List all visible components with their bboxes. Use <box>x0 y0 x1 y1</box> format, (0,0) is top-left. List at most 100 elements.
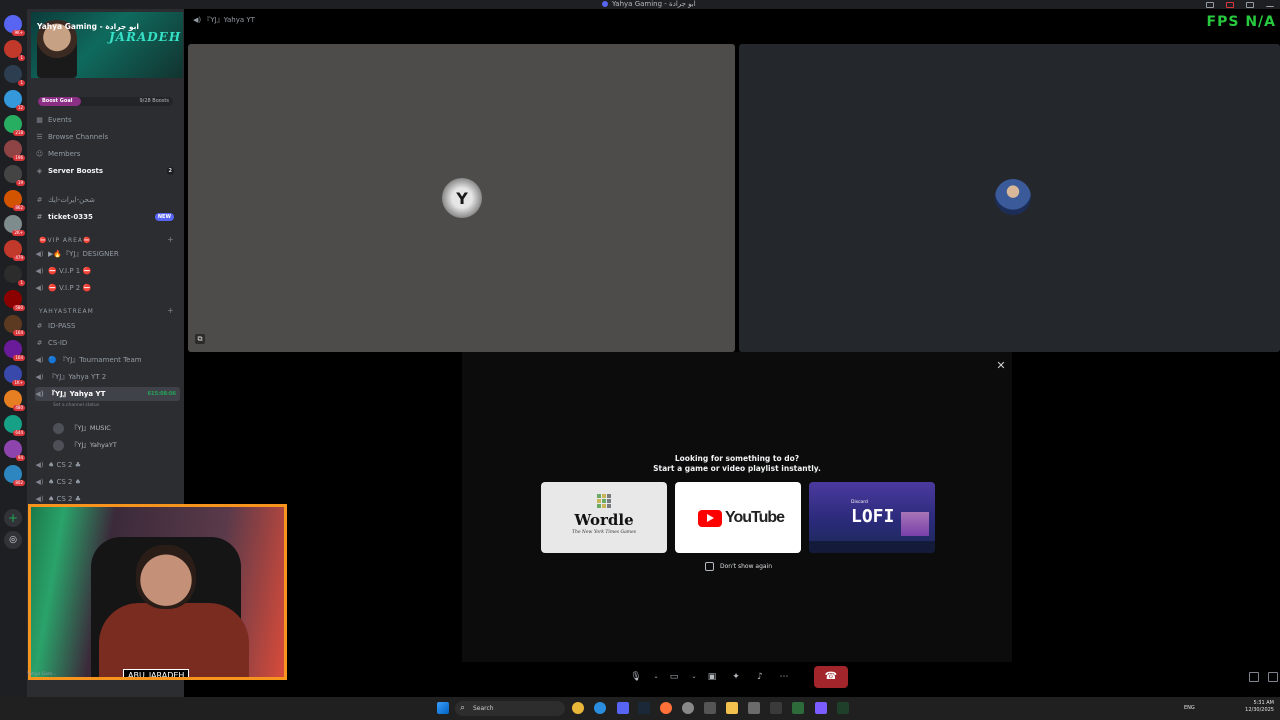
activity-card-wordle[interactable]: Wordle The New York Times Games <box>541 482 667 553</box>
activities-icon[interactable]: ✦ <box>728 669 744 685</box>
call-channel-header: ◀) 『YJ』Yahya YT <box>193 16 255 24</box>
server-icon[interactable]: 1K+ <box>4 365 25 386</box>
unread-badge: 196 <box>13 155 25 161</box>
server-icon[interactable]: 9K+ <box>4 15 25 36</box>
channel-id-pass[interactable]: # ID-PASS <box>35 319 180 333</box>
boost-goal-bar[interactable]: Boost Goal 9/28 Boosts <box>38 97 173 106</box>
terminal-icon[interactable] <box>837 702 849 714</box>
activity-subheading: Start a game or video playlist instantly… <box>653 464 821 473</box>
add-channel-icon[interactable]: + <box>167 235 175 244</box>
server-name: Yahya Gaming - ابو جرادة <box>37 22 139 31</box>
microphone-icon[interactable]: 🎙 <box>628 669 644 685</box>
obs-icon[interactable] <box>682 702 694 714</box>
server-icon[interactable]: 1 <box>4 65 25 86</box>
camera-icon[interactable]: ▭ <box>666 669 682 685</box>
chrome-icon[interactable] <box>572 702 584 714</box>
activity-card-youtube[interactable]: YouTube <box>675 482 801 553</box>
server-icon[interactable]: 644 <box>4 415 25 436</box>
server-icon[interactable]: 1 <box>4 40 25 61</box>
activity-card-lofi[interactable]: Discord LOFI <box>809 482 935 553</box>
inbox-icon[interactable] <box>1206 1 1214 8</box>
dont-show-again-checkbox[interactable]: Don't show again <box>705 562 772 571</box>
nav-members[interactable]: ☺ Members <box>35 147 180 161</box>
server-icon[interactable]: 1 <box>4 265 25 286</box>
voice-channel-vip1[interactable]: ◀) ⛔ V.I.P 1 ⛔ <box>35 264 180 278</box>
help-icon[interactable] <box>1246 1 1254 8</box>
chevron-down-icon[interactable]: ⌄ <box>690 669 698 685</box>
voice-channel-cs2-b[interactable]: ◀) ♠ CS 2 ♠ <box>35 475 180 489</box>
category-yahyastream[interactable]: YAHYASTREAM + <box>39 306 174 315</box>
discover-icon[interactable]: ◎ <box>4 531 22 549</box>
window-title: Yahya Gaming - ابو جرادة <box>602 0 696 9</box>
voice-member-yahyayt[interactable]: 『YJ』YahyaYT <box>53 438 117 452</box>
voice-member-music[interactable]: 『YJ』MUSIC <box>53 421 111 435</box>
server-icon[interactable]: 479 <box>4 240 25 261</box>
server-icon[interactable]: 19 <box>4 165 25 186</box>
add-server-icon[interactable]: + <box>4 509 22 527</box>
server-icon[interactable]: 12 <box>4 90 25 111</box>
voice-channel-yahya-yt-active[interactable]: ◀) 『YJ』Yahya YT 615:08:06 <box>35 387 180 401</box>
taskbar-search[interactable]: Search <box>455 701 565 716</box>
category-vip[interactable]: ⛔VIP AREA⛔ + <box>39 235 174 244</box>
channel-cs-id[interactable]: # CS-ID <box>35 336 180 350</box>
server-icon[interactable]: 196 <box>4 140 25 161</box>
screen-share-icon[interactable]: ▣ <box>704 669 720 685</box>
app-icon[interactable] <box>770 702 782 714</box>
discord-icon[interactable] <box>617 702 629 714</box>
firefox-icon[interactable] <box>660 702 672 714</box>
nav-events[interactable]: ▦ Events <box>35 113 180 127</box>
close-icon[interactable]: ✕ <box>995 360 1007 372</box>
server-icon[interactable]: 862 <box>4 190 25 211</box>
user-panel-name[interactable]: Yahya Gam... <box>27 672 57 677</box>
grid-app-icon[interactable] <box>815 702 827 714</box>
channel-status-hint[interactable]: Set a channel status <box>53 403 99 408</box>
lofi-title: LOFI <box>851 506 895 527</box>
nav-browse-channels[interactable]: ☰ Browse Channels <box>35 130 180 144</box>
add-channel-icon[interactable]: + <box>167 306 175 315</box>
start-icon[interactable] <box>437 702 449 714</box>
speaker-icon: ◀) <box>35 461 44 469</box>
disconnect-button[interactable]: ☎ <box>814 666 848 688</box>
voice-channel-vip2[interactable]: ◀) ⛔ V.I.P 2 ⛔ <box>35 281 180 295</box>
server-menu-button[interactable]: Yahya Gaming - ابو جرادة <box>35 19 155 33</box>
soundboard-icon[interactable]: ♪ <box>752 669 768 685</box>
language-indicator[interactable]: ENG <box>1184 705 1195 711</box>
activity-heading: Looking for something to do? <box>674 454 800 463</box>
voice-channel-cs2-a[interactable]: ◀) ♠ CS 2 ♣ <box>35 458 180 472</box>
server-icon[interactable]: 2K+ <box>4 215 25 236</box>
server-icon[interactable]: 164 <box>4 340 25 361</box>
nav-server-boosts[interactable]: ◈ Server Boosts 2 <box>35 164 180 178</box>
xbox-icon[interactable] <box>792 702 804 714</box>
unread-badge: 2K+ <box>12 230 25 236</box>
server-icon[interactable]: 164 <box>4 315 25 336</box>
fullscreen-icon[interactable] <box>1268 672 1278 682</box>
popout-icon[interactable]: ⧉ <box>195 334 205 344</box>
chevron-down-icon[interactable]: ⌄ <box>652 669 660 685</box>
voice-channel-designer[interactable]: ◀) ▶🔥『YJ』DESIGNER <box>35 247 180 261</box>
voice-channel-tournament[interactable]: ◀) 🔵 『YJ』Tournament Team <box>35 353 180 367</box>
calculator-icon[interactable] <box>704 702 716 714</box>
clock-date: 12/30/2025 <box>1245 707 1274 713</box>
checkbox-icon[interactable] <box>705 562 714 571</box>
boost-goal-label: Boost Goal <box>42 98 73 104</box>
server-icon[interactable]: 480 <box>4 390 25 411</box>
server-icon[interactable]: 218 <box>4 115 25 136</box>
server-icon[interactable]: 580 <box>4 290 25 311</box>
steam-icon[interactable] <box>638 702 650 714</box>
system-clock[interactable]: 5:31 AM 12/30/2025 <box>1245 700 1274 714</box>
channel-ticket[interactable]: # ticket-0335 NEW <box>35 210 180 224</box>
channel-charge[interactable]: # شحن-ايرات-ايك <box>35 193 180 207</box>
more-icon[interactable]: ⋯ <box>776 669 792 685</box>
edge-icon[interactable] <box>594 702 606 714</box>
wordle-subtitle: The New York Times Games <box>571 530 637 535</box>
folder-icon[interactable] <box>726 702 738 714</box>
server-icon[interactable]: 94 <box>4 440 25 461</box>
members-icon: ☺ <box>35 150 44 158</box>
voice-channel-yahya-yt2[interactable]: ◀) 『YJ』Yahya YT 2 <box>35 370 180 384</box>
webcam-nametag: ABU_JARADEH <box>123 669 190 677</box>
minimize-button[interactable] <box>1266 3 1274 7</box>
popout-window-icon[interactable] <box>1249 672 1259 682</box>
notification-icon[interactable] <box>1226 1 1234 8</box>
server-icon[interactable]: 802 <box>4 465 25 486</box>
camera-app-icon[interactable] <box>748 702 760 714</box>
